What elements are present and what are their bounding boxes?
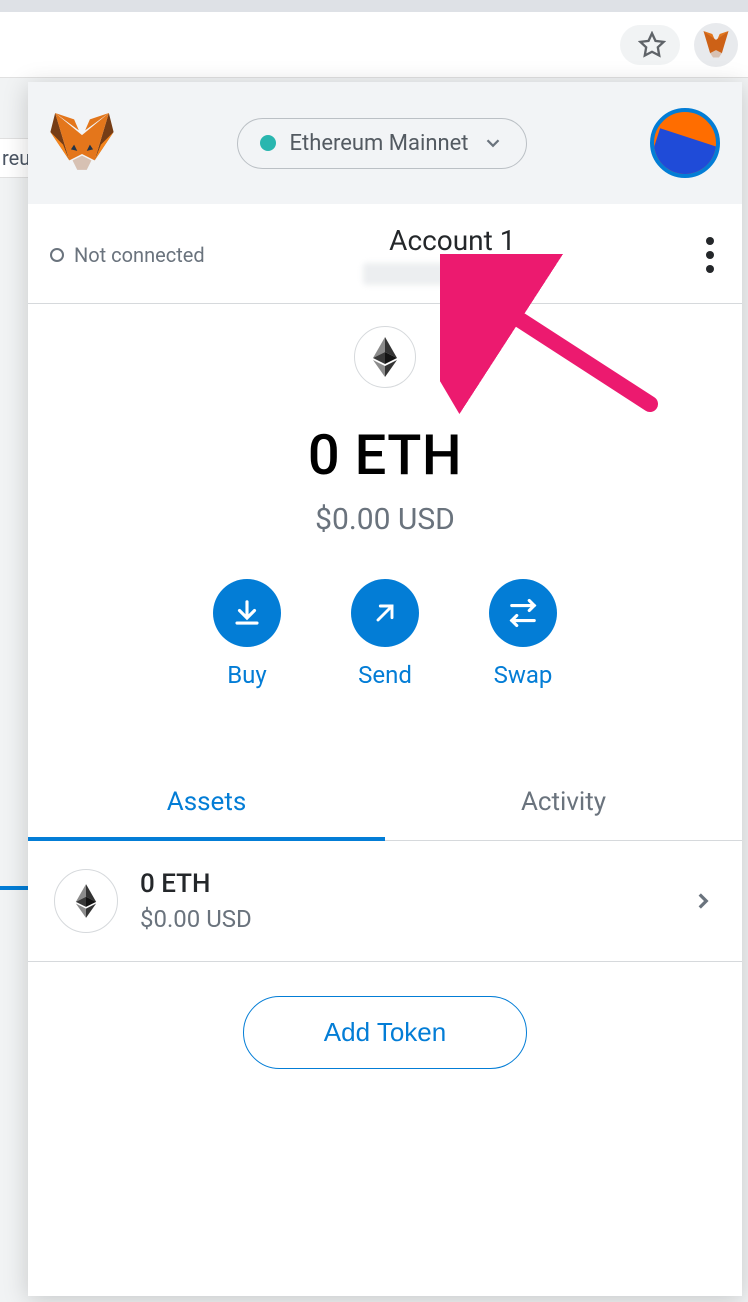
swap-label: Swap xyxy=(494,661,553,689)
account-name: Account 1 xyxy=(389,224,515,257)
asset-token-badge xyxy=(54,869,118,933)
asset-fiat: $0.00 USD xyxy=(140,905,668,933)
send-label: Send xyxy=(358,661,412,689)
account-address-redacted xyxy=(363,263,513,285)
send-button[interactable]: Send xyxy=(351,579,419,689)
balance-section: 0 ETH $0.00 USD Buy Send xyxy=(28,304,742,723)
tab-assets[interactable]: Assets xyxy=(28,767,385,841)
account-avatar[interactable] xyxy=(650,108,720,178)
network-name: Ethereum Mainnet xyxy=(290,131,469,156)
buy-button[interactable]: Buy xyxy=(213,579,281,689)
fox-icon xyxy=(50,113,114,173)
browser-toolbar xyxy=(0,12,748,78)
tab-activity[interactable]: Activity xyxy=(385,767,742,841)
bookmark-chip[interactable] xyxy=(620,25,680,65)
fox-icon xyxy=(701,31,731,59)
page-background-accent xyxy=(0,886,28,890)
account-options-button[interactable] xyxy=(700,231,720,279)
ethereum-icon xyxy=(372,337,398,377)
asset-amount: 0 ETH xyxy=(140,869,668,899)
chevron-down-icon xyxy=(482,132,504,154)
page-background-fragment: reu xyxy=(0,138,28,178)
network-status-dot xyxy=(260,135,276,151)
swap-icon xyxy=(508,598,538,628)
connection-status-icon xyxy=(50,248,64,262)
star-icon xyxy=(638,31,666,59)
account-info[interactable]: Account 1 xyxy=(205,224,700,285)
add-token-section: Add Token xyxy=(28,962,742,1079)
primary-token-badge xyxy=(354,326,416,388)
dot-icon xyxy=(706,265,714,273)
dot-icon xyxy=(706,251,714,259)
buy-label: Buy xyxy=(227,661,267,689)
dot-icon xyxy=(706,237,714,245)
balance-amount: 0 ETH xyxy=(308,422,462,488)
ethereum-icon xyxy=(75,884,97,918)
network-selector[interactable]: Ethereum Mainnet xyxy=(237,118,528,169)
asset-row[interactable]: 0 ETH $0.00 USD xyxy=(28,841,742,962)
metamask-popup: Ethereum Mainnet Not connected Account 1 xyxy=(28,82,742,1296)
browser-tab-strip xyxy=(0,0,748,12)
extension-button[interactable] xyxy=(694,23,738,67)
connection-status[interactable]: Not connected xyxy=(50,243,205,267)
swap-button[interactable]: Swap xyxy=(489,579,557,689)
wallet-actions: Buy Send Swap xyxy=(213,579,557,689)
account-address-row[interactable] xyxy=(363,263,541,285)
chevron-right-icon xyxy=(690,888,716,914)
connection-status-label: Not connected xyxy=(74,243,205,267)
add-token-button[interactable]: Add Token xyxy=(243,996,527,1069)
arrow-up-right-icon xyxy=(371,599,399,627)
download-icon xyxy=(232,598,262,628)
balance-fiat: $0.00 USD xyxy=(315,502,455,537)
popup-header: Ethereum Mainnet xyxy=(28,82,742,204)
tabs: Assets Activity xyxy=(28,767,742,841)
metamask-logo[interactable] xyxy=(50,113,114,173)
account-row: Not connected Account 1 xyxy=(28,204,742,304)
copy-icon xyxy=(521,264,541,284)
